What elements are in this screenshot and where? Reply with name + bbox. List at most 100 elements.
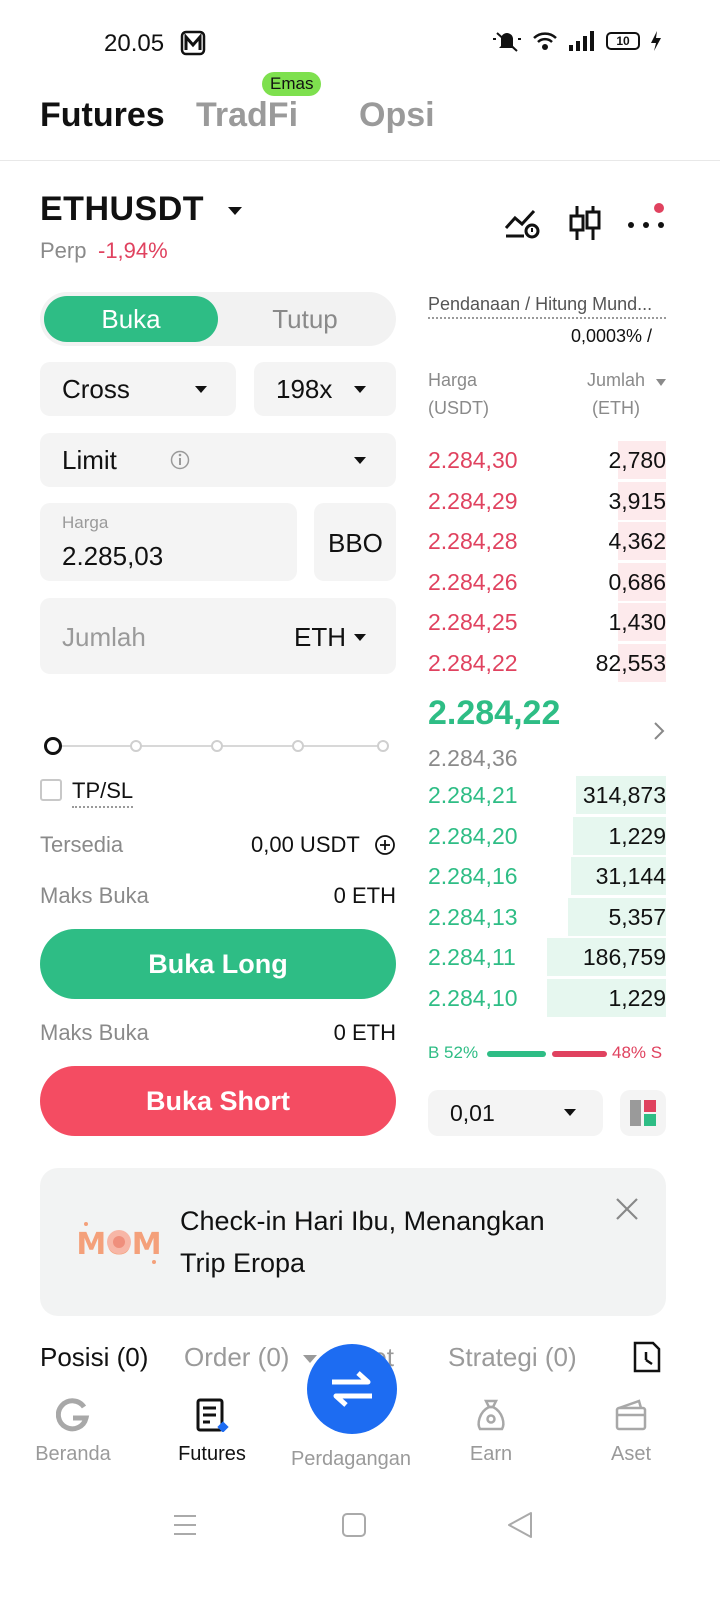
max-open-long-value: 0 ETH [333, 883, 396, 908]
bid-price: 2.284,11 [428, 944, 516, 971]
ask-price: 2.284,28 [428, 528, 518, 555]
slider-step-25[interactable] [130, 740, 142, 752]
open-tab[interactable]: Buka [44, 296, 218, 342]
battery-level: 10 [606, 32, 640, 50]
tick-size-select[interactable]: 0,01 [428, 1090, 603, 1136]
more-options-icon[interactable] [626, 198, 670, 234]
nav-perdagangan[interactable]: Perdagangan [286, 1442, 416, 1471]
buy-long-button[interactable]: Buka Long [40, 929, 396, 999]
bid-price: 2.284,16 [428, 863, 518, 890]
price-input[interactable]: Harga 2.285,03 [40, 503, 297, 581]
price-header: Harga (USDT) [428, 366, 489, 422]
price-header-unit: (USDT) [428, 398, 489, 418]
mom-promo-logo: MOM [76, 1222, 162, 1264]
amount-placeholder: Jumlah [62, 622, 146, 652]
leverage-select[interactable]: 198x [254, 362, 396, 416]
chevron-down-icon [656, 379, 666, 386]
money-bag-icon [477, 1399, 505, 1431]
bid-price: 2.284,13 [428, 903, 518, 930]
system-back-icon[interactable] [506, 1510, 534, 1540]
ask-qty: 2,780 [608, 447, 666, 473]
price-change: -1,94% [98, 238, 168, 263]
bid-qty: 186,759 [582, 944, 666, 971]
contract-type: Perp [40, 238, 87, 263]
buy-ratio: B 52% [428, 1043, 479, 1062]
wallet-icon [615, 1399, 647, 1431]
bbo-button[interactable]: BBO [314, 503, 396, 581]
nav-beranda[interactable]: Beranda [8, 1398, 138, 1466]
chevron-down-icon [564, 1109, 576, 1116]
ask-row[interactable]: 2.284,22 82,553 [428, 644, 666, 682]
signal-icon [569, 31, 594, 51]
ask-price: 2.284,22 [428, 650, 518, 676]
book-layout-button[interactable] [620, 1090, 666, 1136]
max-open-short-label: Maks Buka [40, 1020, 149, 1045]
ask-row[interactable]: 2.284,25 1,430 [428, 603, 666, 642]
tab-strategi[interactable]: Strategi (0) [448, 1342, 577, 1373]
bid-row[interactable]: 2.284,16 31,144 [428, 857, 666, 896]
tab-opsi[interactable]: Opsi [359, 96, 435, 135]
chevron-right-icon[interactable] [652, 720, 666, 742]
chevron-down-icon [354, 634, 366, 641]
bid-row[interactable]: 2.284,21 314,873 [428, 776, 666, 814]
nav-futures[interactable]: Futures [147, 1398, 277, 1466]
amount-input[interactable]: Jumlah ETH [40, 598, 396, 674]
sell-ratio: 48% S [612, 1043, 663, 1062]
tab-posisi[interactable]: Posisi (0) [40, 1342, 148, 1373]
close-icon[interactable] [614, 1196, 640, 1222]
tab-futures[interactable]: Futures [40, 96, 165, 135]
price-header-label: Harga [428, 370, 478, 390]
bid-row[interactable]: 2.284,20 1,229 [428, 816, 666, 855]
order-type-select[interactable]: Limit [40, 433, 396, 487]
bbo-label: BBO [328, 528, 383, 558]
ask-qty: 82,553 [595, 650, 666, 676]
nav-aset-label: Aset [610, 1443, 652, 1465]
bid-qty: 5,357 [608, 903, 666, 930]
bid-price: 2.284,10 [428, 985, 518, 1011]
emas-badge: Emas [262, 72, 322, 96]
close-tab[interactable]: Tutup [218, 296, 392, 342]
last-price[interactable]: 2.284,22 [428, 694, 560, 733]
bid-row[interactable]: 2.284,10 1,229 [428, 979, 666, 1017]
info-icon[interactable] [170, 450, 190, 470]
system-menu-icon[interactable] [172, 1512, 198, 1538]
tpsl-checkbox[interactable] [40, 779, 62, 801]
slider-step-100[interactable] [377, 740, 389, 752]
ask-row[interactable]: 2.284,28 4,362 [428, 522, 666, 561]
slider-step-75[interactable] [292, 740, 304, 752]
trade-fab-button[interactable] [307, 1344, 397, 1434]
candlestick-chart-icon[interactable] [568, 204, 602, 242]
qty-header[interactable]: Jumlah (ETH) [578, 366, 666, 422]
bid-qty: 31,144 [595, 863, 666, 890]
bid-qty: 1,229 [608, 985, 666, 1011]
available-label: Tersedia [40, 832, 124, 857]
bid-price: 2.284,21 [428, 782, 518, 808]
order-history-icon[interactable] [632, 1340, 662, 1374]
bid-row[interactable]: 2.284,13 5,357 [428, 897, 666, 936]
funding-rate-label[interactable]: Pendanaan / Hitung Mund... [428, 294, 666, 319]
margin-mode-select[interactable]: Cross [40, 362, 236, 416]
slider-step-50[interactable] [211, 740, 223, 752]
tab-tradfi[interactable]: TradFi [196, 96, 298, 135]
ask-price: 2.284,25 [428, 609, 518, 636]
bid-row[interactable]: 2.284,11 186,759 [428, 938, 666, 977]
price-alert-icon[interactable] [504, 206, 540, 240]
tpsl-label[interactable]: TP/SL [72, 778, 134, 808]
max-open-short-value: 0 ETH [333, 1020, 396, 1045]
amount-unit-select[interactable]: ETH [294, 622, 346, 653]
ask-row[interactable]: 2.284,29 3,915 [428, 481, 666, 520]
add-funds-icon[interactable] [374, 834, 396, 856]
nav-earn[interactable]: Earn [426, 1398, 556, 1466]
ask-row[interactable]: 2.284,26 0,686 [428, 562, 666, 601]
nav-aset[interactable]: Aset [566, 1398, 696, 1466]
available-value: 0,00 USDT [251, 832, 360, 857]
system-home-icon[interactable] [341, 1512, 367, 1538]
ask-qty: 4,362 [608, 528, 666, 555]
ask-price: 2.284,26 [428, 568, 518, 595]
amount-slider-handle[interactable] [44, 737, 62, 755]
sell-short-button[interactable]: Buka Short [40, 1066, 396, 1136]
pair-selector[interactable]: ETHUSDT [40, 190, 243, 229]
tab-order[interactable]: Order (0) [184, 1342, 317, 1373]
mute-icon [493, 32, 521, 52]
ask-row[interactable]: 2.284,30 2,780 [428, 441, 666, 479]
